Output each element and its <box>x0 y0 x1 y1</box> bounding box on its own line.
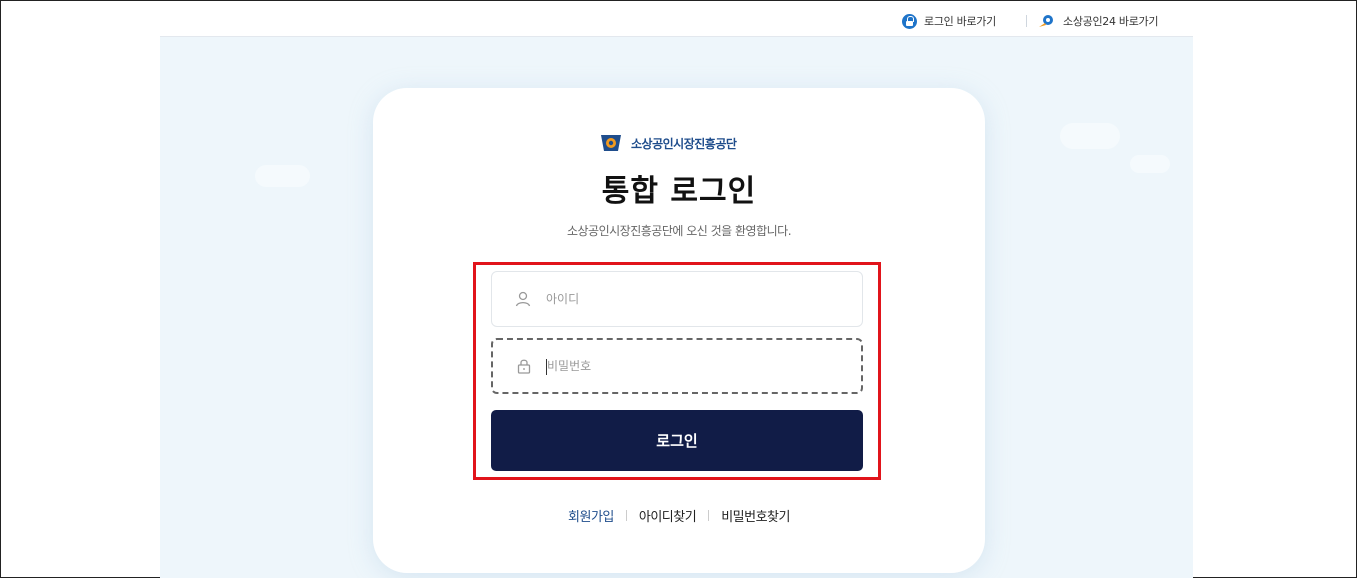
find-id-link[interactable]: 아이디찾기 <box>627 506 708 525</box>
password-input[interactable] <box>547 359 827 373</box>
find-password-link[interactable]: 비밀번호찾기 <box>709 506 802 525</box>
login-shortcut-link[interactable]: 로그인 바로가기 <box>902 5 996 37</box>
org-logo-icon <box>599 133 623 153</box>
id-field <box>491 271 863 327</box>
background-cloud <box>1130 155 1170 173</box>
background-cloud <box>255 165 310 187</box>
page-title: 통합 로그인 <box>601 174 757 209</box>
login-button[interactable]: 로그인 <box>491 410 863 471</box>
lock-icon <box>515 357 533 375</box>
text-caret <box>546 359 547 375</box>
login-shortcut-label: 로그인 바로가기 <box>924 15 996 28</box>
sbiz24-shortcut-label: 소상공인24 바로가기 <box>1063 15 1159 28</box>
top-utility-bar: 로그인 바로가기 소상공인24 바로가기 <box>160 5 1193 37</box>
password-field <box>491 338 863 394</box>
lock-icon <box>902 13 917 29</box>
background-cloud <box>1060 123 1120 149</box>
signup-link[interactable]: 회원가입 <box>556 506 626 525</box>
page-subtitle: 소상공인시장진흥공단에 오신 것을 환영합니다. <box>566 224 792 238</box>
user-icon <box>514 290 532 308</box>
org-logo: 소상공인시장진흥공단 <box>599 132 737 154</box>
account-links: 회원가입 아이디찾기 비밀번호찾기 <box>373 506 985 525</box>
topbar-divider <box>1026 15 1027 27</box>
id-input[interactable] <box>546 292 826 306</box>
org-name: 소상공인시장진흥공단 <box>631 136 737 151</box>
login-page: 로그인 바로가기 소상공인24 바로가기 소상공인시장진흥공단 통합 로그인 소… <box>160 5 1193 578</box>
sbiz24-shortcut-link[interactable]: 소상공인24 바로가기 <box>1038 5 1158 37</box>
login-card: 소상공인시장진흥공단 통합 로그인 소상공인시장진흥공단에 오신 것을 환영합니… <box>373 88 985 573</box>
sbiz24-logo-icon <box>1038 14 1056 29</box>
